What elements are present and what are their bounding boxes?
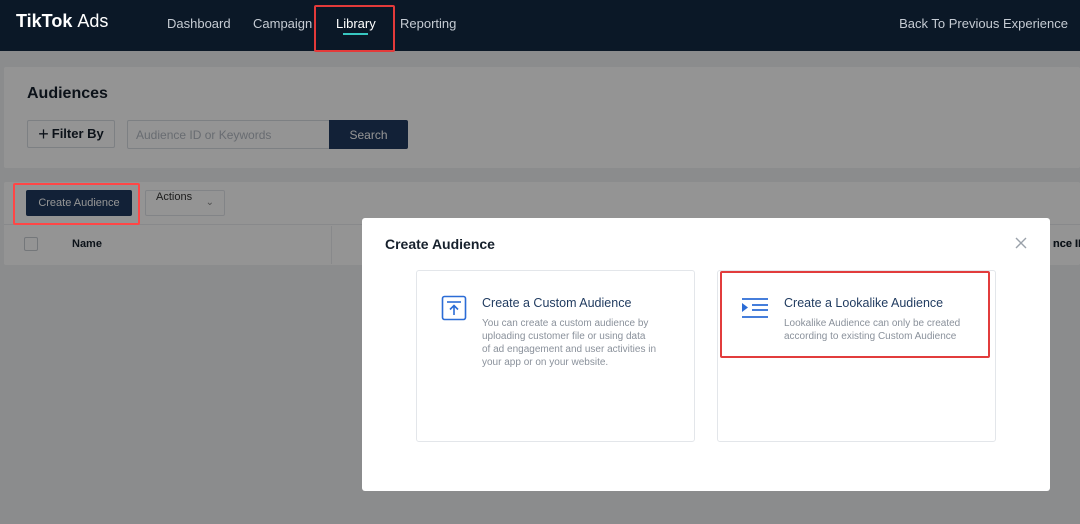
custom-audience-desc-line: of ad engagement and user activities in: [482, 344, 656, 355]
custom-audience-desc-line: uploading customer file or using data: [482, 331, 646, 342]
close-icon[interactable]: [1012, 234, 1030, 252]
nav-item-reporting[interactable]: Reporting: [400, 16, 456, 31]
brand-logo[interactable]: TikTok Ads: [16, 11, 108, 32]
nav-item-campaign[interactable]: Campaign: [253, 16, 312, 31]
highlight-box-lookalike: [720, 271, 990, 358]
modal-title: Create Audience: [385, 236, 495, 252]
brand-logo-light: Ads: [77, 11, 109, 31]
highlight-box-library: [314, 5, 395, 52]
highlight-box-create-audience: [13, 183, 140, 225]
custom-audience-title: Create a Custom Audience: [482, 296, 632, 310]
column-header-audience-id-dimmed: nce ID: [1053, 238, 1080, 250]
custom-audience-desc-line: You can create a custom audience by: [482, 318, 649, 329]
custom-audience-description: You can create a custom audience by uplo…: [482, 317, 682, 369]
brand-logo-bold: TikTok: [16, 11, 73, 31]
nav-item-dashboard[interactable]: Dashboard: [167, 16, 231, 31]
upload-icon: [441, 295, 467, 321]
back-to-previous-link[interactable]: Back To Previous Experience: [899, 16, 1068, 31]
custom-audience-desc-line: your app or on your website.: [482, 357, 609, 368]
